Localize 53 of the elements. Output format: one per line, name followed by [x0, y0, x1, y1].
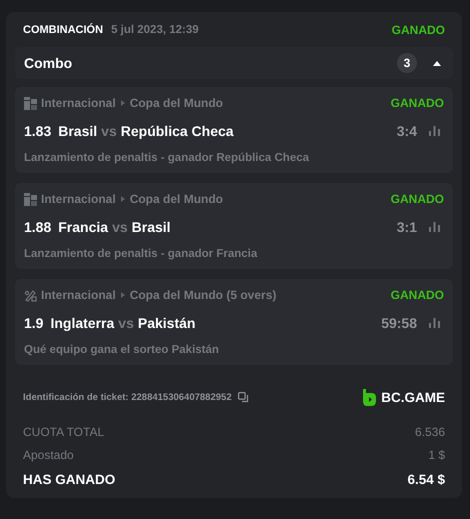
market-description: Qué equipo gana el sorteo Pakistán — [24, 344, 220, 356]
league-name[interactable]: Internacional — [41, 192, 116, 206]
selection-count-badge: 3 — [397, 53, 417, 73]
home-team: Brasil — [58, 123, 98, 139]
home-team: Francia — [58, 219, 108, 235]
match-score: 59:58 — [381, 315, 417, 331]
match-score: 3:4 — [396, 123, 417, 139]
away-team: República Checa — [120, 123, 234, 139]
combo-label: Combo — [24, 55, 72, 71]
tournament-logo-icon — [24, 96, 37, 110]
summary-label: Apostado — [23, 448, 74, 462]
leg-status: GANADO — [390, 96, 444, 110]
stats-icon[interactable] — [429, 126, 440, 136]
chevron-icon — [120, 100, 125, 106]
chevron-icon — [120, 196, 125, 202]
odds-value: 1.88 — [24, 219, 52, 235]
league-name[interactable]: Internacional — [41, 96, 116, 110]
ticket-id: Identificación de ticket: 2288415306407882952 — [23, 392, 232, 402]
combo-toggle[interactable]: Combo 3 — [15, 47, 453, 79]
chevron-icon — [120, 292, 125, 298]
cricket-icon — [24, 288, 37, 302]
bet-date: 5 jul 2023, 12:39 — [111, 24, 199, 36]
tournament-name[interactable]: Copa del Mundo (5 overs) — [130, 288, 276, 302]
market-description: Lanzamiento de penaltis - ganador República Checa — [24, 152, 310, 164]
versus-label: vs — [112, 219, 128, 235]
leg-status: GANADO — [390, 192, 444, 206]
leg-status: GANADO — [390, 288, 444, 302]
tournament-name[interactable]: Copa del Mundo — [130, 96, 224, 110]
summary-label: HAS GANADO — [23, 472, 116, 487]
odds-value: 1.83 — [24, 123, 52, 139]
summary-value: 1 $ — [428, 448, 445, 462]
caret-icon — [433, 60, 441, 66]
summary-value: 6.536 — [414, 424, 445, 438]
stats-icon[interactable] — [429, 318, 440, 328]
tournament-name[interactable]: Copa del Mundo — [130, 192, 224, 206]
stats-icon[interactable] — [429, 222, 440, 232]
summary-value: 6.54 $ — [407, 472, 445, 487]
market-description: Lanzamiento de penaltis - ganador Francia — [24, 248, 258, 260]
versus-label: vs — [101, 123, 117, 139]
home-team: Inglaterra — [50, 315, 114, 331]
match-score: 3:1 — [396, 219, 417, 235]
tournament-logo-icon — [24, 192, 37, 206]
copy-icon[interactable] — [238, 392, 249, 402]
odds-value: 1.9 — [24, 315, 44, 331]
bet-status: GANADO — [392, 23, 445, 37]
versus-label: vs — [118, 315, 134, 331]
brand-name: BC.GAME — [381, 390, 445, 404]
league-name[interactable]: Internacional — [41, 288, 116, 302]
bet-type-title: COMBINACIÓN — [23, 24, 104, 36]
brand-logo-icon — [362, 388, 376, 406]
away-team: Brasil — [132, 219, 171, 235]
away-team: Pakistán — [138, 315, 196, 331]
summary-label: CUOTA TOTAL — [23, 424, 104, 438]
